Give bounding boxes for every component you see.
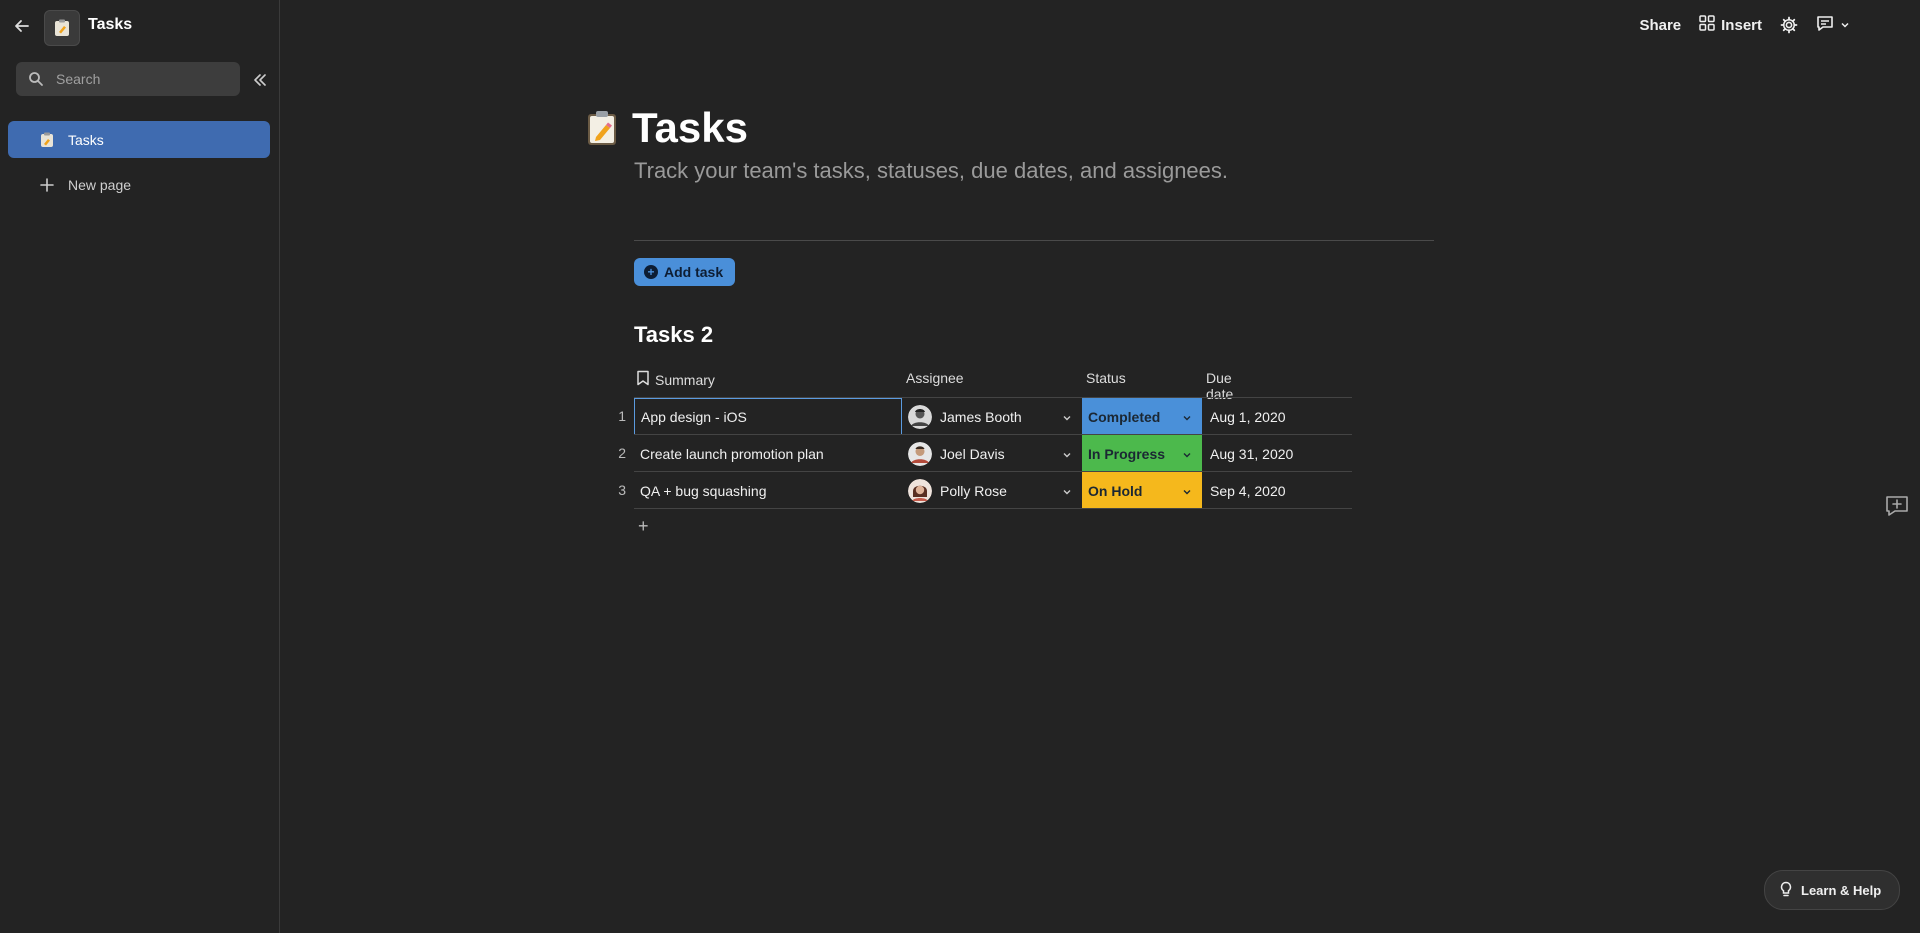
divider xyxy=(634,240,1434,241)
search-box[interactable] xyxy=(16,62,240,96)
chevron-down-icon[interactable] xyxy=(1062,447,1072,463)
back-arrow-icon[interactable] xyxy=(12,16,32,36)
search-input[interactable] xyxy=(54,70,228,88)
table-row: 1 App design - iOS James Booth Completed… xyxy=(610,398,1352,435)
search-icon xyxy=(28,71,44,87)
summary-cell[interactable]: Create launch promotion plan xyxy=(634,435,902,472)
column-label: Assignee xyxy=(906,370,964,386)
status-badge: Completed xyxy=(1088,408,1161,425)
assignee-name: Polly Rose xyxy=(940,482,1007,499)
summary-cell[interactable]: QA + bug squashing xyxy=(634,472,902,509)
assignee-cell[interactable]: Polly Rose xyxy=(902,472,1080,509)
sidebar: Tasks Tasks New page xyxy=(0,0,280,933)
grid-icon xyxy=(1699,15,1715,35)
row-number: 2 xyxy=(618,445,626,461)
status-cell[interactable]: Completed xyxy=(1082,398,1202,435)
add-row-button[interactable]: + xyxy=(638,516,649,537)
plus-icon xyxy=(38,177,56,192)
plus-circle-icon: + xyxy=(644,265,658,279)
add-task-label: Add task xyxy=(664,264,724,280)
add-comment-icon[interactable] xyxy=(1883,492,1911,520)
chevron-down-icon[interactable] xyxy=(1182,410,1192,426)
sidebar-item-new-page[interactable]: New page xyxy=(8,166,270,203)
sidebar-item-tasks[interactable]: Tasks xyxy=(8,121,270,158)
insert-label: Insert xyxy=(1721,16,1762,34)
sidebar-item-label: Tasks xyxy=(68,131,104,148)
add-task-button[interactable]: + Add task xyxy=(634,258,736,286)
column-header-assignee[interactable]: Assignee xyxy=(906,370,964,386)
chevron-down-icon[interactable] xyxy=(1062,410,1072,426)
due-date-cell[interactable]: Aug 1, 2020 xyxy=(1204,398,1352,435)
comments-menu-button[interactable] xyxy=(1816,14,1850,36)
status-cell[interactable]: In Progress xyxy=(1082,435,1202,472)
due-date-cell[interactable]: Sep 4, 2020 xyxy=(1204,472,1352,509)
collapse-sidebar-icon[interactable] xyxy=(250,70,270,90)
doc-clipboard-icon[interactable] xyxy=(44,10,80,46)
gear-icon[interactable] xyxy=(1780,16,1798,34)
chevron-down-icon[interactable] xyxy=(1062,484,1072,500)
chevron-down-icon[interactable] xyxy=(1182,447,1192,463)
column-label: Status xyxy=(1086,370,1126,386)
table-title: Tasks 2 xyxy=(634,322,714,347)
status-badge: In Progress xyxy=(1088,445,1166,462)
avatar xyxy=(908,441,932,466)
assignee-cell[interactable]: James Booth xyxy=(902,398,1080,435)
sidebar-item-label: New page xyxy=(68,176,132,193)
table-row: 3 QA + bug squashing Polly Rose On Hold … xyxy=(610,472,1352,509)
lightbulb-icon xyxy=(1779,881,1793,900)
row-number: 3 xyxy=(618,482,626,498)
chevron-down-icon[interactable] xyxy=(1182,484,1192,500)
page-title: Tasks xyxy=(632,104,748,151)
assignee-cell[interactable]: Joel Davis xyxy=(902,435,1080,472)
column-header-status[interactable]: Status xyxy=(1086,370,1126,386)
assignee-name: James Booth xyxy=(940,408,1022,425)
column-header-summary[interactable]: Summary xyxy=(636,370,715,389)
share-button[interactable]: Share xyxy=(1639,17,1681,34)
insert-button[interactable]: Insert xyxy=(1699,15,1762,35)
learn-help-button[interactable]: Learn & Help xyxy=(1764,870,1901,910)
status-badge: On Hold xyxy=(1088,482,1143,499)
due-date-cell[interactable]: Aug 31, 2020 xyxy=(1204,435,1352,472)
assignee-name: Joel Davis xyxy=(940,445,1005,462)
bookmark-icon xyxy=(636,370,650,389)
comment-icon xyxy=(1816,14,1834,36)
row-divider xyxy=(634,508,1352,509)
clipboard-icon xyxy=(38,132,56,148)
page-subtitle: Track your team's tasks, statuses, due d… xyxy=(634,158,1229,183)
row-number: 1 xyxy=(618,408,626,424)
column-label: Summary xyxy=(655,371,715,388)
avatar xyxy=(908,478,932,503)
summary-cell[interactable]: App design - iOS xyxy=(634,398,902,435)
avatar xyxy=(908,404,932,429)
doc-title: Tasks xyxy=(88,16,133,33)
table-row: 2 Create launch promotion plan Joel Davi… xyxy=(610,435,1352,472)
status-cell[interactable]: On Hold xyxy=(1082,472,1202,509)
page-clipboard-icon[interactable] xyxy=(586,110,618,146)
topbar-actions: Share Insert xyxy=(1639,14,1850,36)
learn-help-label: Learn & Help xyxy=(1801,882,1882,898)
chevron-down-icon xyxy=(1840,17,1850,34)
